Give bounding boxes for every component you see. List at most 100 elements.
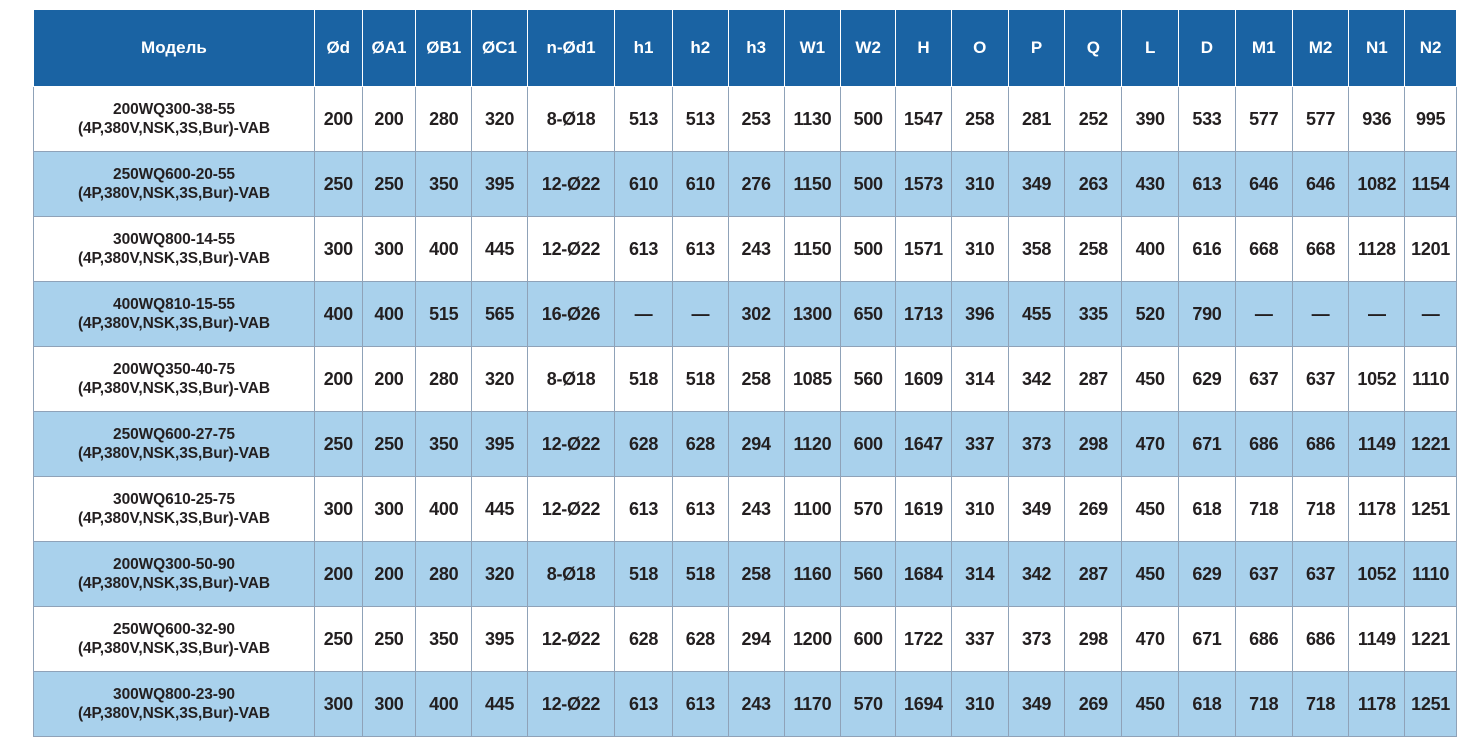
table-cell: 1082 — [1348, 151, 1406, 217]
table-cell: 400 — [415, 671, 473, 737]
table-cell: 314 — [950, 346, 1009, 412]
table-cell: 500 — [840, 86, 897, 152]
table-cell: 450 — [1121, 476, 1180, 542]
table-cell: 1201 — [1404, 216, 1457, 282]
table-cell: 637 — [1234, 346, 1293, 412]
table-cell: 1178 — [1348, 476, 1406, 542]
model-cell: 400WQ810-15-55 (4P,380V,NSK,3S,Bur)-VAB — [33, 281, 315, 347]
table-cell: 400 — [313, 281, 363, 347]
column-header: O — [950, 9, 1009, 87]
model-config: (4P,380V,NSK,3S,Bur)-VAB — [77, 510, 270, 527]
model-config: (4P,380V,NSK,3S,Bur)-VAB — [77, 250, 270, 267]
table-cell: 300 — [361, 671, 417, 737]
table-row: 200WQ350-40-75 (4P,380V,NSK,3S,Bur)-VAB 20… — [33, 346, 1457, 412]
model-cell: 300WQ800-14-55 (4P,380V,NSK,3S,Bur)-VAB — [33, 216, 315, 282]
table-cell: 335 — [1064, 281, 1123, 347]
table-cell: 252 — [1064, 86, 1123, 152]
table-cell: 1110 — [1404, 541, 1457, 607]
table-cell: 1120 — [783, 411, 842, 477]
table-cell: 287 — [1064, 346, 1123, 412]
model-cell: 200WQ300-50-90 (4P,380V,NSK,3S,Bur)-VAB — [33, 541, 315, 607]
table-cell: 570 — [840, 671, 897, 737]
table-cell: 200 — [313, 346, 363, 412]
model-cell: 200WQ300-38-55 (4P,380V,NSK,3S,Bur)-VAB — [33, 86, 315, 152]
table-cell: 400 — [1121, 216, 1180, 282]
table-cell: 613 — [671, 476, 729, 542]
column-header: Q — [1064, 9, 1123, 87]
model-name: 250WQ600-20-55 — [113, 166, 235, 183]
table-cell: 718 — [1234, 476, 1293, 542]
model-name: 250WQ600-32-90 — [113, 621, 235, 638]
table-cell: 373 — [1007, 411, 1066, 477]
table-cell: 445 — [471, 671, 528, 737]
model-config: (4P,380V,NSK,3S,Bur)-VAB — [77, 640, 270, 657]
table-cell: 342 — [1007, 346, 1066, 412]
table-cell: 250 — [313, 606, 363, 672]
table-cell: 515 — [415, 281, 473, 347]
column-header: N1 — [1348, 9, 1406, 87]
table-cell: 445 — [471, 216, 528, 282]
table-cell: 628 — [671, 411, 729, 477]
table-cell: 300 — [361, 476, 417, 542]
table-cell: 200 — [361, 86, 417, 152]
model-name: 300WQ800-23-90 — [113, 686, 235, 703]
model-name: 400WQ810-15-55 — [113, 296, 235, 313]
table-cell: 629 — [1178, 541, 1236, 607]
table-cell: 613 — [671, 671, 729, 737]
header-row: Модель Ød ØA1 ØB1 ØC1 n-Ød1 h1 h2 h3 W1 W2 H O P Q L D M1… — [33, 9, 1457, 87]
model-cell: 250WQ600-32-90 (4P,380V,NSK,3S,Bur)-VAB — [33, 606, 315, 672]
table-cell: 1684 — [895, 541, 952, 607]
table-cell: 1100 — [783, 476, 842, 542]
column-header: h1 — [614, 9, 673, 87]
table-cell: 200 — [313, 541, 363, 607]
table-cell: 518 — [614, 346, 673, 412]
table-cell: 276 — [727, 151, 785, 217]
model-config: (4P,380V,NSK,3S,Bur)-VAB — [77, 380, 270, 397]
table-cell: 269 — [1064, 671, 1123, 737]
table-cell: 269 — [1064, 476, 1123, 542]
table-cell: 1609 — [895, 346, 952, 412]
model-name: 200WQ350-40-75 — [113, 361, 235, 378]
table-cell: — — [671, 281, 729, 347]
model-config: (4P,380V,NSK,3S,Bur)-VAB — [77, 185, 270, 202]
table-cell: 395 — [471, 151, 528, 217]
table-cell: 1178 — [1348, 671, 1406, 737]
table-cell: 8-Ø18 — [526, 541, 616, 607]
model-config: (4P,380V,NSK,3S,Bur)-VAB — [77, 445, 270, 462]
table-cell: 668 — [1291, 216, 1350, 282]
table-cell: 280 — [415, 86, 473, 152]
table-cell: 300 — [313, 671, 363, 737]
table-cell: 258 — [1064, 216, 1123, 282]
table-cell: 337 — [950, 606, 1009, 672]
table-cell: 1221 — [1404, 411, 1457, 477]
table-cell: 430 — [1121, 151, 1180, 217]
table-cell: 287 — [1064, 541, 1123, 607]
table-cell: 12-Ø22 — [526, 671, 616, 737]
table-cell: 1150 — [783, 151, 842, 217]
column-header: M2 — [1291, 9, 1350, 87]
model-name: 250WQ600-27-75 — [113, 426, 235, 443]
table-cell: 500 — [840, 216, 897, 282]
table-cell: 298 — [1064, 411, 1123, 477]
table-cell: 936 — [1348, 86, 1406, 152]
model-name: 300WQ800-14-55 — [113, 231, 235, 248]
table-cell: 200 — [361, 541, 417, 607]
model-cell: 300WQ800-23-90 (4P,380V,NSK,3S,Bur)-VAB — [33, 671, 315, 737]
column-header: H — [895, 9, 952, 87]
table-cell: 12-Ø22 — [526, 411, 616, 477]
table-cell: 470 — [1121, 606, 1180, 672]
table-cell: 577 — [1234, 86, 1293, 152]
table-cell: 1130 — [783, 86, 842, 152]
table-cell: 294 — [727, 411, 785, 477]
table-cell: 1251 — [1404, 476, 1457, 542]
table-cell: 613 — [671, 216, 729, 282]
table-cell: 1110 — [1404, 346, 1457, 412]
table-cell: 310 — [950, 216, 1009, 282]
column-header: M1 — [1234, 9, 1293, 87]
model-config: (4P,380V,NSK,3S,Bur)-VAB — [77, 705, 270, 722]
table-cell: 637 — [1234, 541, 1293, 607]
table-cell: 12-Ø22 — [526, 476, 616, 542]
table-row: 200WQ300-50-90 (4P,380V,NSK,3S,Bur)-VAB 20… — [33, 541, 1457, 607]
table-cell: 1149 — [1348, 411, 1406, 477]
table-cell: 646 — [1234, 151, 1293, 217]
